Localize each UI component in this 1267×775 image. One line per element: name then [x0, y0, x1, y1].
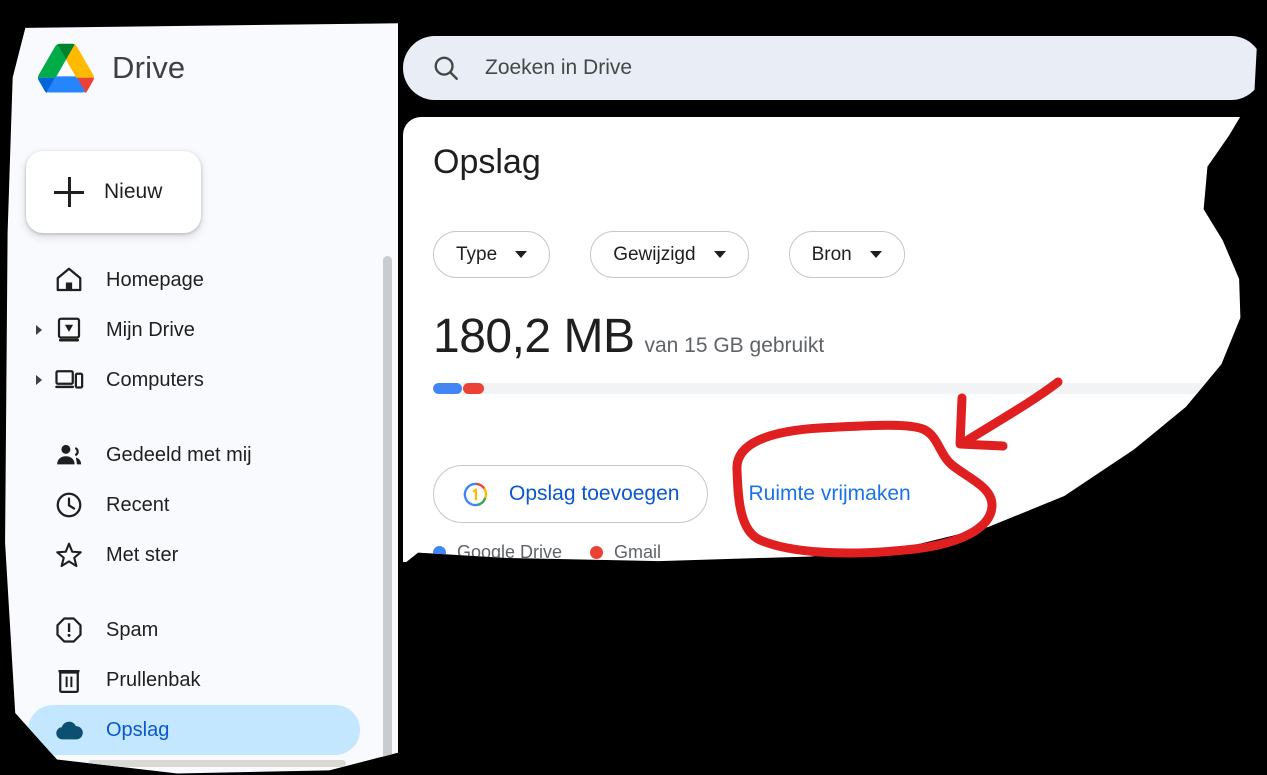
nav-group-secondary: Gedeeld met mij Recent Met ster [5, 430, 370, 580]
filter-chip-label: Type [456, 243, 498, 265]
home-icon [56, 267, 82, 292]
chevron-down-icon [869, 251, 882, 258]
filter-chip-gewijzigd[interactable]: Gewijzigd [590, 231, 749, 278]
star-icon [56, 542, 82, 568]
sidebar-item-homepage[interactable]: Homepage [5, 255, 370, 305]
sidebar-item-met-ster[interactable]: Met ster [5, 530, 370, 580]
filter-chip-row: Type Gewijzigd Bron [433, 231, 905, 278]
legend-dot [433, 546, 446, 559]
new-button[interactable]: Nieuw [26, 151, 201, 233]
plus-icon [54, 177, 84, 207]
screenshot-root: Drive Nieuw Homepage Mijn Drive Computer… [0, 0, 1267, 775]
sidebar-item-gedeeld-met-mij[interactable]: Gedeeld met mij [5, 430, 370, 480]
search-input[interactable]: Zoeken in Drive [403, 36, 1257, 100]
nav-group-tertiary: Spam Prullenbak Opslag [5, 605, 370, 755]
storage-segment-gmail [462, 383, 484, 394]
clock-icon [56, 492, 82, 518]
legend-item-google-drive: Google Drive [433, 542, 562, 563]
chevron-right-icon[interactable] [36, 325, 42, 335]
brand-name: Drive [112, 50, 186, 85]
search-placeholder: Zoeken in Drive [485, 56, 633, 79]
storage-usage-summary: 180,2 MB van 15 GB gebruikt [433, 309, 824, 364]
trash-icon [58, 670, 80, 693]
search-icon [434, 56, 458, 80]
page-title: Opslag [433, 143, 541, 181]
sidebar-nav: Homepage Mijn Drive Computers Gedeeld me… [5, 255, 370, 755]
chevron-right-icon[interactable] [36, 375, 42, 385]
spam-icon [56, 617, 82, 643]
nav-group-primary: Homepage Mijn Drive Computers [5, 255, 370, 405]
cloud-icon [56, 721, 83, 740]
free-up-space-link[interactable]: Ruimte vrijmaken [744, 476, 914, 512]
filter-chip-bron[interactable]: Bron [788, 231, 905, 278]
chevron-down-icon [713, 251, 726, 258]
sidebar-item-computers[interactable]: Computers [5, 355, 370, 405]
chevron-down-icon [515, 251, 528, 258]
google-one-icon [463, 482, 488, 506]
storage-used-amount: 180,2 MB [433, 310, 635, 363]
storage-quota-text: van 15 GB gebruikt [644, 334, 825, 357]
storage-progress-bar [433, 383, 1233, 394]
filter-chip-type[interactable]: Type [433, 231, 551, 278]
sidebar-item-prullenbak[interactable]: Prullenbak [5, 655, 370, 705]
sidebar-item-label: Prullenbak [106, 668, 201, 691]
new-button-label: Nieuw [104, 180, 163, 203]
add-storage-button[interactable]: Opslag toevoegen [433, 465, 709, 523]
sidebar-item-label: Mijn Drive [106, 318, 195, 341]
my-drive-icon [57, 317, 81, 342]
sidebar-item-label: Homepage [106, 268, 204, 291]
brand: Drive [38, 43, 185, 93]
google-drive-logo [38, 43, 94, 93]
legend-dot [590, 546, 604, 559]
sidebar-item-opslag[interactable]: Opslag [28, 705, 360, 755]
sidebar-vertical-scrollbar[interactable] [383, 256, 392, 766]
people-icon [57, 444, 82, 465]
sidebar-item-label: Met ster [106, 543, 179, 566]
sidebar-item-spam[interactable]: Spam [5, 605, 370, 655]
main-content: Opslag Type Gewijzigd Bron 180,2 MB van … [403, 117, 1257, 563]
sidebar-item-label: Computers [106, 368, 204, 391]
sidebar-item-label: Spam [106, 618, 159, 641]
add-storage-label: Opslag toevoegen [509, 482, 680, 505]
legend-label: Gmail [614, 542, 662, 562]
app-surface: Drive Nieuw Homepage Mijn Drive Computer… [5, 3, 1257, 774]
legend-item-gmail: Gmail [590, 542, 661, 563]
storage-segment-google-drive [433, 383, 462, 394]
sidebar-item-recent[interactable]: Recent [5, 480, 370, 530]
filter-chip-label: Gewijzigd [613, 243, 696, 265]
sidebar-item-label: Recent [106, 493, 170, 516]
sidebar-item-label: Gedeeld met mij [106, 443, 252, 466]
sidebar-item-label: Opslag [106, 718, 170, 741]
storage-actions: Opslag toevoegen Ruimte vrijmaken [433, 465, 915, 523]
legend-label: Google Drive [457, 542, 563, 562]
storage-legend: Google Drive Gmail [433, 542, 661, 563]
computers-icon [55, 370, 84, 389]
sidebar: Drive Nieuw Homepage Mijn Drive Computer… [5, 18, 398, 774]
sidebar-item-mijn-drive[interactable]: Mijn Drive [5, 305, 370, 355]
filter-chip-label: Bron [811, 243, 852, 265]
sidebar-horizontal-scrollbar[interactable] [88, 760, 346, 767]
